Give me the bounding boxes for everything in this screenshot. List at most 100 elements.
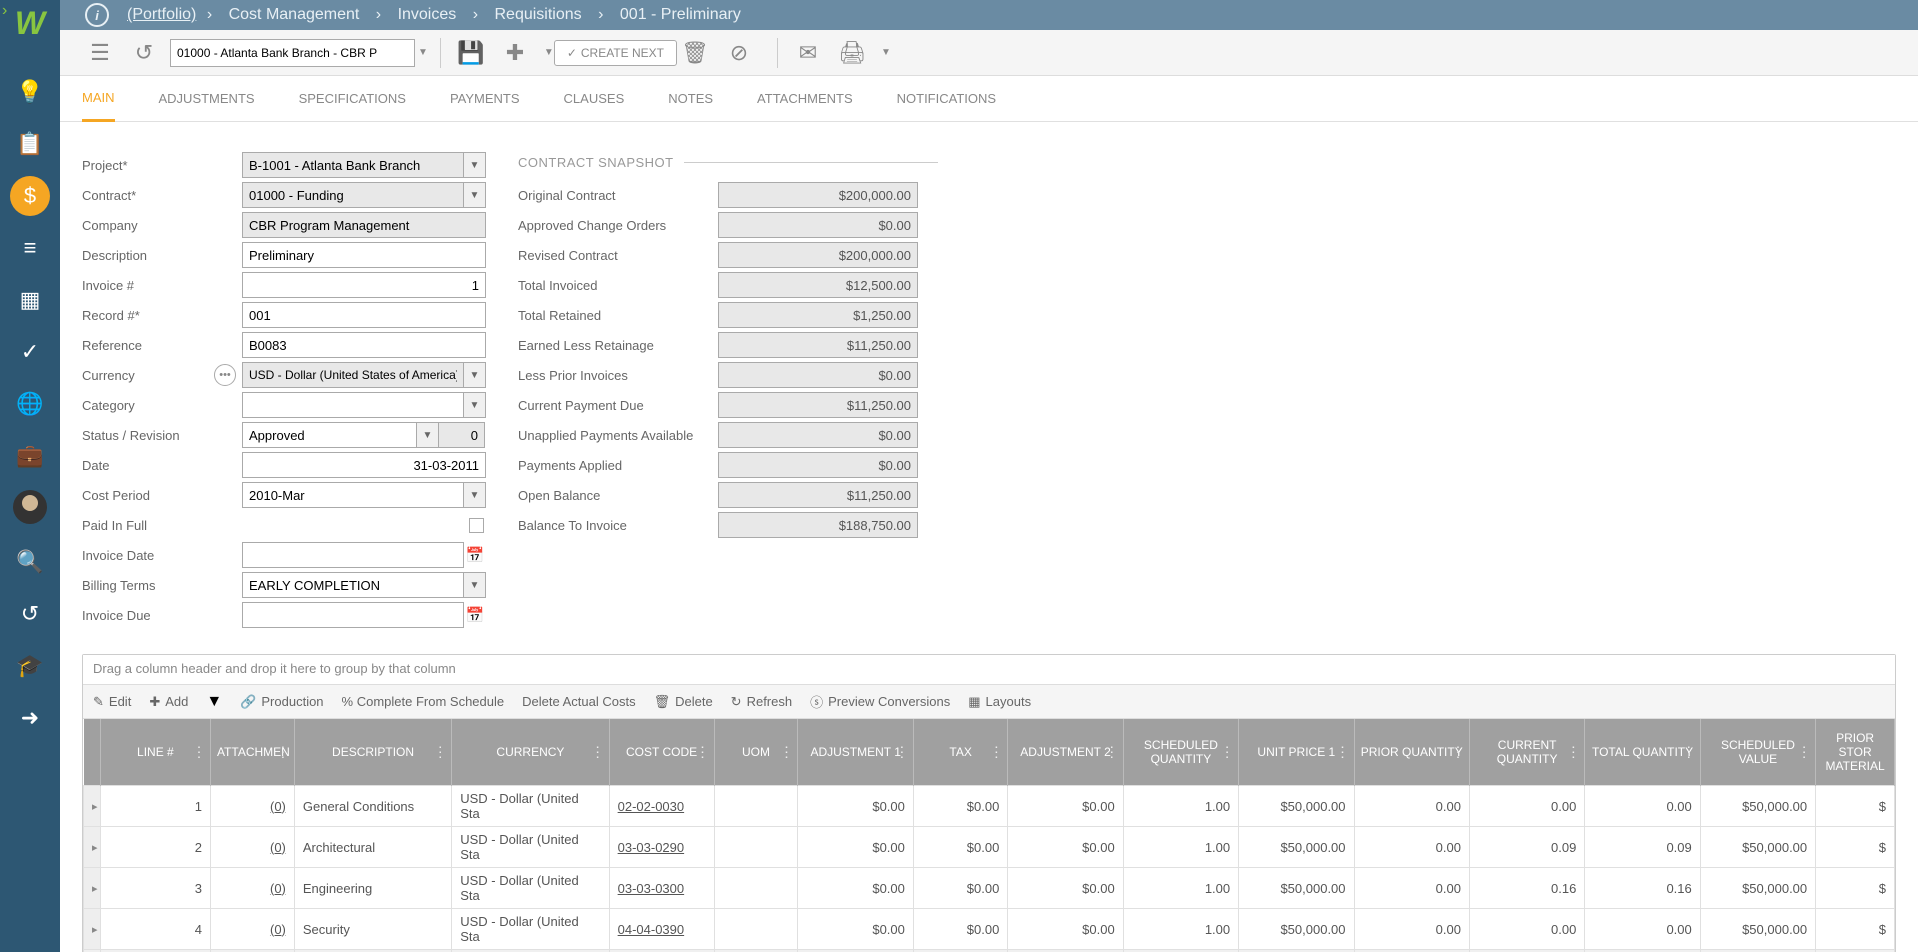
contract-field[interactable] — [242, 182, 464, 208]
col-schval[interactable]: SCHEDULED VALUE⋮ — [1700, 719, 1815, 786]
billing-terms-field[interactable] — [242, 572, 464, 598]
row-expand-icon[interactable]: ▸ — [84, 909, 101, 950]
table-row[interactable]: ▸ 4 (0) Security USD - Dollar (United St… — [84, 909, 1895, 950]
print-dd[interactable]: ▼ — [881, 47, 891, 58]
invoice-due-calendar-icon[interactable]: 📅 — [464, 602, 486, 628]
globe-icon[interactable]: 🌐 — [10, 384, 50, 424]
record-num-field[interactable] — [242, 302, 486, 328]
attachments-link[interactable]: (0) — [210, 868, 294, 909]
delete-icon[interactable]: 🗑 — [677, 35, 713, 71]
category-field[interactable] — [242, 392, 464, 418]
project-dd[interactable]: ▼ — [464, 152, 486, 178]
billing-terms-dd[interactable]: ▼ — [464, 572, 486, 598]
col-cost-code[interactable]: COST CODE⋮ — [609, 719, 714, 786]
col-attachments[interactable]: ATTACHMEN⋮ — [210, 719, 294, 786]
cost-period-dd[interactable]: ▼ — [464, 482, 486, 508]
project-field[interactable] — [242, 152, 464, 178]
description-field[interactable] — [242, 242, 486, 268]
col-schqty[interactable]: SCHEDULED QUANTITY⋮ — [1123, 719, 1238, 786]
col-prior-stored[interactable]: PRIOR STOR MATERIAL — [1816, 719, 1895, 786]
grid-pct-complete-button[interactable]: % Complete From Schedule — [342, 694, 505, 709]
status-field[interactable] — [242, 422, 417, 448]
tab-payments[interactable]: PAYMENTS — [450, 77, 520, 120]
cost-code-link[interactable]: 03-03-0290 — [609, 827, 714, 868]
grid-production-button[interactable]: 🔗 Production — [240, 694, 323, 710]
add-dd[interactable]: ▼ — [544, 47, 554, 58]
project-selector[interactable] — [170, 39, 415, 67]
search-icon[interactable]: 🔍 — [10, 542, 50, 582]
row-expand-icon[interactable]: ▸ — [84, 786, 101, 827]
clipboard-icon[interactable]: 📋 — [10, 124, 50, 164]
project-selector-dd[interactable]: ▼ — [418, 47, 428, 58]
row-expand-icon[interactable]: ▸ — [84, 827, 101, 868]
check-icon[interactable]: ✓ — [10, 332, 50, 372]
tab-attachments[interactable]: ATTACHMENTS — [757, 77, 853, 120]
cost-period-field[interactable] — [242, 482, 464, 508]
education-icon[interactable]: 🎓 — [10, 646, 50, 686]
logout-icon[interactable]: ➜ — [10, 698, 50, 738]
attachments-link[interactable]: (0) — [210, 827, 294, 868]
col-unit[interactable]: UNIT PRICE 1⋮ — [1239, 719, 1354, 786]
grid-add-dd[interactable]: ▼ — [206, 693, 222, 711]
invoice-due-field[interactable] — [242, 602, 464, 628]
row-expand-icon[interactable]: ▸ — [84, 868, 101, 909]
table-row[interactable]: ▸ 3 (0) Engineering USD - Dollar (United… — [84, 868, 1895, 909]
invoice-date-calendar-icon[interactable]: 📅 — [464, 542, 486, 568]
grid-preview-button[interactable]: ⓢ Preview Conversions — [810, 692, 950, 711]
table-row[interactable]: ▸ 1 (0) General Conditions USD - Dollar … — [84, 786, 1895, 827]
grid-edit-button[interactable]: ✎ Edit — [93, 694, 131, 710]
attachments-link[interactable]: (0) — [210, 786, 294, 827]
tab-clauses[interactable]: CLAUSES — [564, 77, 625, 120]
list-icon[interactable]: ≡ — [10, 228, 50, 268]
print-icon[interactable]: 🖨 — [834, 35, 870, 71]
building-icon[interactable]: ▦ — [10, 280, 50, 320]
col-priorq[interactable]: PRIOR QUANTITY⋮ — [1354, 719, 1469, 786]
currency-field[interactable] — [242, 362, 464, 388]
reload-icon[interactable]: ↺ — [126, 35, 162, 71]
block-icon[interactable]: ⊘ — [721, 35, 757, 71]
col-uom[interactable]: UOM⋮ — [714, 719, 798, 786]
contract-dd[interactable]: ▼ — [464, 182, 486, 208]
menu-icon[interactable]: ☰ — [82, 35, 118, 71]
grid-delete-actual-button[interactable]: Delete Actual Costs — [522, 694, 635, 709]
tab-adjustments[interactable]: ADJUSTMENTS — [159, 77, 255, 120]
cost-code-link[interactable]: 03-03-0300 — [609, 868, 714, 909]
paid-in-full-checkbox[interactable] — [469, 518, 484, 533]
grid-add-button[interactable]: ✚ Add — [149, 694, 188, 710]
col-totq[interactable]: TOTAL QUANTITY⋮ — [1585, 719, 1700, 786]
attachments-link[interactable]: (0) — [210, 909, 294, 950]
expand-sidebar-icon[interactable]: › — [2, 2, 7, 20]
tab-notifications[interactable]: NOTIFICATIONS — [897, 77, 996, 120]
user-avatar[interactable] — [13, 490, 47, 524]
grid-refresh-button[interactable]: ↻ Refresh — [731, 694, 792, 710]
status-dd[interactable]: ▼ — [417, 422, 439, 448]
col-adj1[interactable]: ADJUSTMENT 1⋮ — [798, 719, 913, 786]
col-description[interactable]: DESCRIPTION⋮ — [294, 719, 451, 786]
table-row[interactable]: ▸ 2 (0) Architectural USD - Dollar (Unit… — [84, 827, 1895, 868]
reference-field[interactable] — [242, 332, 486, 358]
email-icon[interactable]: ✉ — [790, 35, 826, 71]
invoice-num-field[interactable] — [242, 272, 486, 298]
date-field[interactable] — [242, 452, 486, 478]
save-icon[interactable]: 💾 — [453, 35, 489, 71]
col-line[interactable]: LINE #⋮ — [100, 719, 210, 786]
col-adj2[interactable]: ADJUSTMENT 2⋮ — [1008, 719, 1123, 786]
col-currency[interactable]: CURRENCY⋮ — [452, 719, 609, 786]
history-icon[interactable]: ↺ — [10, 594, 50, 634]
breadcrumb-portfolio[interactable]: (Portfolio) — [127, 6, 196, 23]
invoice-date-field[interactable] — [242, 542, 464, 568]
tab-main[interactable]: MAIN — [82, 76, 115, 122]
cost-code-link[interactable]: 04-04-0390 — [609, 909, 714, 950]
ideas-icon[interactable]: 💡 — [10, 72, 50, 112]
grid-delete-button[interactable]: 🗑 Delete — [654, 694, 713, 710]
grid-group-hint[interactable]: Drag a column header and drop it here to… — [83, 655, 1895, 685]
info-icon[interactable]: i — [85, 3, 109, 27]
col-currq[interactable]: CURRENT QUANTITY⋮ — [1469, 719, 1584, 786]
tab-specifications[interactable]: SPECIFICATIONS — [299, 77, 406, 120]
tab-notes[interactable]: NOTES — [668, 77, 713, 120]
cost-code-link[interactable]: 02-02-0030 — [609, 786, 714, 827]
add-icon[interactable]: ✚ — [497, 35, 533, 71]
currency-dd[interactable]: ▼ — [464, 362, 486, 388]
create-next-button[interactable]: ✓CREATE NEXT — [554, 40, 677, 66]
briefcase-icon[interactable]: 💼 — [10, 436, 50, 476]
